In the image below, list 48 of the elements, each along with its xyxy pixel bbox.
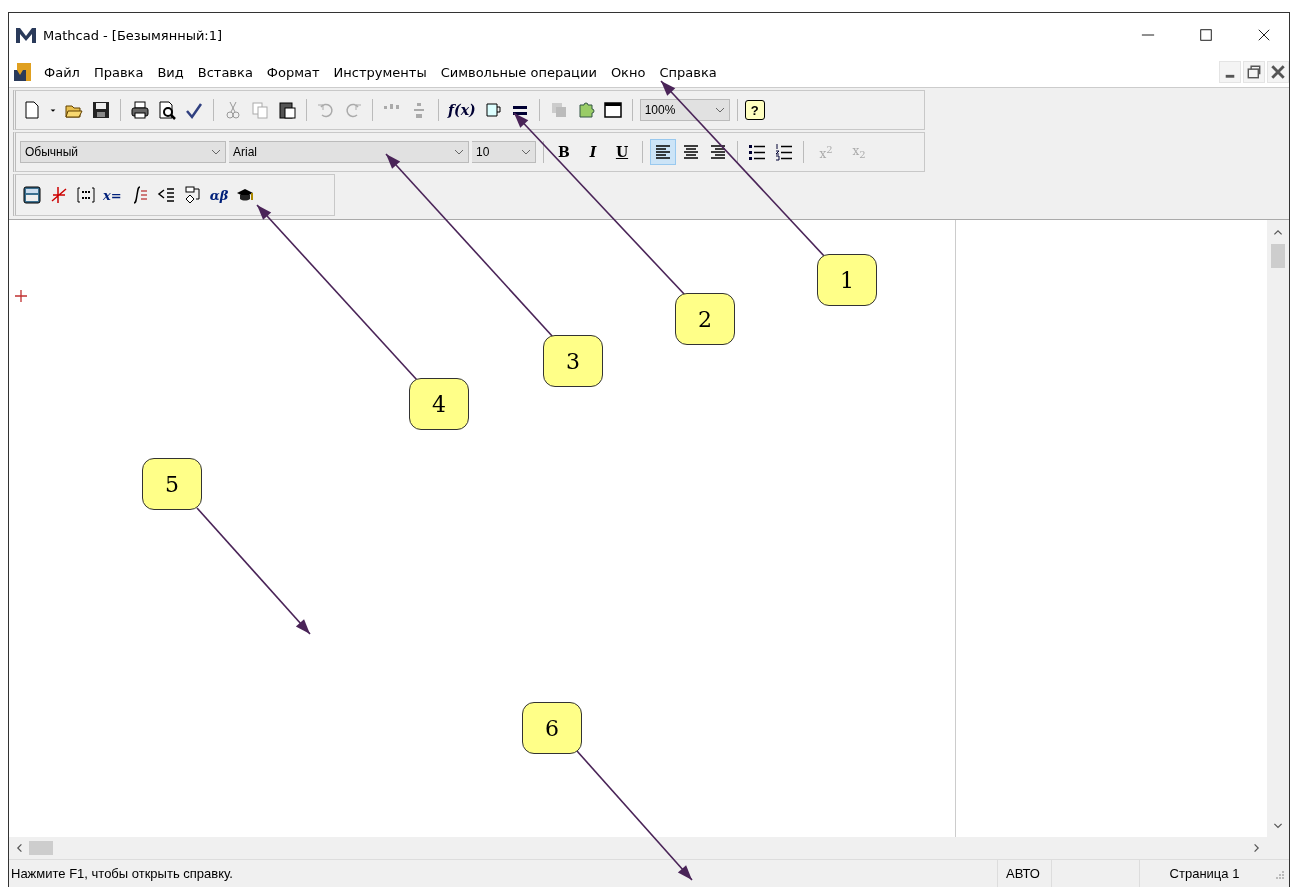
- menu-item[interactable]: Инструменты: [326, 64, 434, 80]
- chevron-icon[interactable]: [454, 149, 464, 155]
- status-mode: АВТО: [997, 860, 1051, 887]
- menu-item[interactable]: Справка: [652, 64, 724, 80]
- document-logo-icon[interactable]: [13, 62, 33, 82]
- text-style-button[interactable]: U: [609, 144, 635, 160]
- document-close-icon[interactable]: [1267, 61, 1289, 83]
- menu-item[interactable]: Окно: [603, 64, 653, 80]
- menu-item[interactable]: Символьные операции: [433, 64, 604, 80]
- maximize-icon[interactable]: [1199, 28, 1213, 42]
- callout-label: 4: [409, 378, 469, 430]
- text-style-button[interactable]: B: [551, 144, 577, 160]
- close-icon[interactable]: [1257, 28, 1271, 42]
- window-title: Mathcad - [Безымянный:1]: [43, 27, 223, 43]
- chevron-icon[interactable]: [211, 149, 221, 155]
- text-style-button[interactable]: I: [580, 144, 606, 160]
- menu-item[interactable]: Файл: [37, 64, 87, 80]
- insert-function-button[interactable]: f(x): [446, 102, 478, 118]
- font-size-dropdown[interactable]: 10: [472, 141, 536, 163]
- chevron-icon[interactable]: [521, 149, 531, 155]
- scroll-thumb[interactable]: [29, 841, 53, 855]
- menu-item[interactable]: Формат: [259, 64, 327, 80]
- math-toolbar-button[interactable]: x=: [101, 187, 124, 203]
- menu-item[interactable]: Вставка: [190, 64, 260, 80]
- status-page: Страница 1: [1139, 860, 1269, 887]
- style-dropdown[interactable]: Обычный: [20, 141, 226, 163]
- vertical-scrollbar[interactable]: [1267, 220, 1289, 837]
- menu-item[interactable]: Вид: [150, 64, 191, 80]
- callout-label: 6: [522, 702, 582, 754]
- print-icon[interactable]: [128, 98, 152, 122]
- calculator-icon[interactable]: [20, 183, 44, 207]
- document-minimize-icon[interactable]: [1219, 61, 1241, 83]
- menu-item[interactable]: Правка: [86, 64, 151, 80]
- document-restore-icon[interactable]: [1243, 61, 1265, 83]
- chevron-icon[interactable]: [714, 107, 725, 113]
- help-button[interactable]: ?: [744, 100, 765, 120]
- zoom-dropdown[interactable]: 100%: [639, 99, 730, 121]
- scroll-thumb[interactable]: [1271, 244, 1285, 268]
- crosshair-cursor-icon: [15, 290, 27, 302]
- align-left-icon[interactable]: [650, 139, 676, 165]
- app-logo-icon: [15, 26, 37, 44]
- callout-label: 5: [142, 458, 202, 510]
- callout-label: 1: [817, 254, 877, 306]
- callout-label: 2: [675, 293, 735, 345]
- math-toolbar-button[interactable]: αβ: [207, 187, 231, 203]
- callout-label: 3: [543, 335, 603, 387]
- font-dropdown[interactable]: Arial: [229, 141, 469, 163]
- status-message: Нажмите F1, чтобы открыть справку.: [10, 866, 234, 881]
